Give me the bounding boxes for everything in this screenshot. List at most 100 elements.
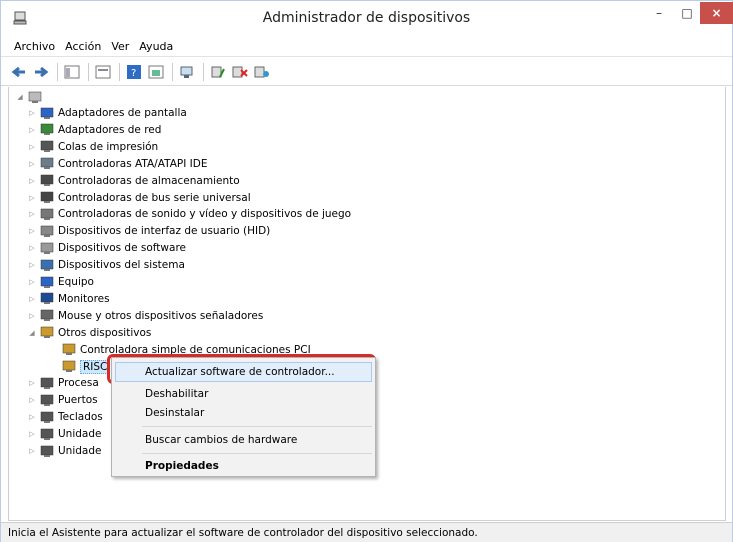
context-menu: Actualizar software de controlador... De… — [111, 357, 376, 477]
scan-hardware-icon[interactable] — [177, 62, 197, 82]
collapsed-arrow-icon[interactable]: ▷ — [27, 429, 37, 439]
update-driver-menu-item[interactable]: Actualizar software de controlador... — [145, 366, 335, 378]
expanded-arrow-icon[interactable]: ◢ — [15, 92, 25, 102]
minimize-button[interactable]: – — [646, 2, 672, 24]
show-hide-icon[interactable] — [146, 62, 166, 82]
tree-category[interactable]: ▷ Dispositivos del sistema — [27, 257, 185, 273]
collapsed-arrow-icon[interactable]: ▷ — [27, 412, 37, 422]
mouse-icon — [40, 309, 54, 322]
tree-node-label: Unidade — [58, 445, 102, 457]
tree-category[interactable]: ▷ Adaptadores de pantalla — [27, 105, 187, 121]
menu-ver[interactable]: Ver — [106, 40, 134, 53]
tree-category[interactable]: ▷ Procesa — [27, 375, 99, 391]
tree-category[interactable]: ▷ Monitores — [27, 291, 110, 307]
maximize-button[interactable]: □ — [674, 2, 700, 24]
tree-category[interactable]: ▷ Unidade — [27, 443, 101, 459]
tree-category[interactable]: ▷ Controladoras ATA/ATAPI IDE — [27, 156, 207, 172]
tree-category[interactable]: ▷ Controladoras de sonido y vídeo y dispo… — [27, 206, 351, 222]
menu-archivo[interactable]: Archivo — [9, 40, 60, 53]
tree-node-label: Unidade — [58, 428, 102, 441]
tree-node-label: Controladoras de almacenamiento — [58, 174, 240, 187]
window-title: Administrador de dispositivos — [262, 10, 471, 26]
tree-node-label: Colas de impresión — [58, 140, 159, 153]
tree-category[interactable]: ▷ Equipo — [27, 274, 94, 290]
menu-ayuda[interactable]: Ayuda — [134, 40, 178, 53]
collapsed-arrow-icon[interactable]: ▷ — [27, 193, 37, 203]
tree-category[interactable]: ▷ Teclados — [27, 409, 103, 425]
collapsed-arrow-icon[interactable]: ▷ — [27, 243, 37, 253]
unknown-device-icon — [40, 326, 54, 339]
tree-category[interactable]: ▷ Controladoras de bus serie universal — [27, 190, 251, 206]
collapsed-arrow-icon[interactable]: ▷ — [27, 446, 37, 456]
tree-category[interactable]: ▷ Controladoras de almacenamiento — [27, 173, 240, 189]
tree-device[interactable]: RISC — [62, 359, 111, 375]
help-icon[interactable]: ? — [124, 62, 144, 82]
collapsed-arrow-icon[interactable]: ▷ — [27, 125, 37, 135]
computer-icon — [28, 91, 42, 104]
tree-node-label: Dispositivos del sistema — [58, 259, 185, 272]
disable-menu-item[interactable]: Deshabilitar — [145, 388, 208, 400]
tree-node-label: Controladoras de bus serie universal — [58, 191, 251, 204]
close-button[interactable]: × — [700, 2, 733, 24]
toolbar: ? — [1, 58, 732, 86]
tree-category[interactable]: ▷ Dispositivos de software — [27, 240, 186, 256]
port-icon — [40, 394, 54, 407]
collapsed-arrow-icon[interactable]: ▷ — [27, 294, 37, 304]
update-driver-icon[interactable] — [208, 62, 228, 82]
status-bar: Inicia el Asistente para actualizar el s… — [1, 522, 732, 542]
tree-node-label: RISC — [80, 359, 111, 374]
tree-category[interactable]: ▷ Puertos — [27, 392, 98, 408]
collapsed-arrow-icon[interactable]: ▷ — [27, 226, 37, 236]
collapsed-arrow-icon[interactable]: ▷ — [27, 142, 37, 152]
unknown-device-icon — [62, 360, 76, 373]
tree-node-label: Monitores — [58, 292, 110, 305]
tree-node-label: Teclados — [58, 411, 103, 424]
forward-arrow-icon[interactable] — [31, 62, 51, 82]
collapsed-arrow-icon[interactable]: ▷ — [27, 378, 37, 388]
collapsed-arrow-icon[interactable]: ▷ — [27, 395, 37, 405]
device-manager-window: Administrador de dispositivos – □ × Arch… — [0, 0, 733, 542]
menu-separator — [142, 453, 372, 454]
scan-hardware-menu-item[interactable]: Buscar cambios de hardware — [145, 434, 297, 446]
console-tree-icon[interactable] — [62, 62, 82, 82]
collapsed-arrow-icon[interactable]: ▷ — [27, 277, 37, 287]
collapsed-arrow-icon[interactable]: ▷ — [27, 260, 37, 270]
tree-category[interactable]: ▷ Unidade — [27, 426, 101, 442]
tree-node-label: Otros dispositivos — [58, 326, 152, 339]
properties-icon[interactable] — [93, 62, 113, 82]
collapsed-arrow-icon[interactable]: ▷ — [27, 209, 37, 219]
toolbar-separator — [172, 62, 173, 81]
expanded-arrow-icon[interactable]: ◢ — [27, 328, 37, 338]
tree-category[interactable]: ▷ Colas de impresión — [27, 139, 158, 155]
collapsed-arrow-icon[interactable]: ▷ — [27, 311, 37, 321]
display-adapter-icon — [40, 107, 54, 120]
tree-category[interactable]: ▷ Mouse y otros dispositivos señaladores — [27, 308, 263, 324]
collapsed-arrow-icon[interactable]: ▷ — [27, 108, 37, 118]
properties-menu-item[interactable]: Propiedades — [145, 460, 219, 472]
usb-icon — [40, 191, 54, 204]
computer-icon — [40, 276, 54, 289]
tree-category[interactable]: ▷ Adaptadores de red — [27, 122, 161, 138]
drive-icon — [40, 445, 54, 458]
back-arrow-icon[interactable] — [9, 62, 29, 82]
disable-icon[interactable] — [252, 62, 272, 82]
collapsed-arrow-icon[interactable]: ▷ — [27, 159, 37, 169]
uninstall-menu-item[interactable]: Desinstalar — [145, 407, 204, 419]
tree-node-label: Equipo — [58, 276, 94, 288]
tree-node-label: Puertos — [58, 394, 98, 407]
network-adapter-icon — [40, 123, 54, 136]
software-device-icon — [40, 242, 54, 255]
tree-node-label: Adaptadores de pantalla — [58, 107, 187, 119]
storage-controller-icon — [40, 174, 54, 187]
collapsed-arrow-icon[interactable]: ▷ — [27, 176, 37, 186]
uninstall-icon[interactable] — [230, 62, 250, 82]
tree-category[interactable]: ▷ Dispositivos de interfaz de usuario (HI… — [27, 223, 270, 239]
tree-node-label: Controladoras ATA/ATAPI IDE — [58, 157, 208, 170]
tree-root[interactable]: ◢ — [15, 89, 46, 105]
toolbar-separator — [203, 62, 204, 81]
menu-accion[interactable]: Acción — [60, 40, 106, 53]
printer-icon — [40, 140, 54, 153]
tree-category[interactable]: ◢ Otros dispositivos — [27, 325, 151, 341]
processor-icon — [40, 377, 54, 390]
toolbar-separator — [119, 62, 120, 81]
